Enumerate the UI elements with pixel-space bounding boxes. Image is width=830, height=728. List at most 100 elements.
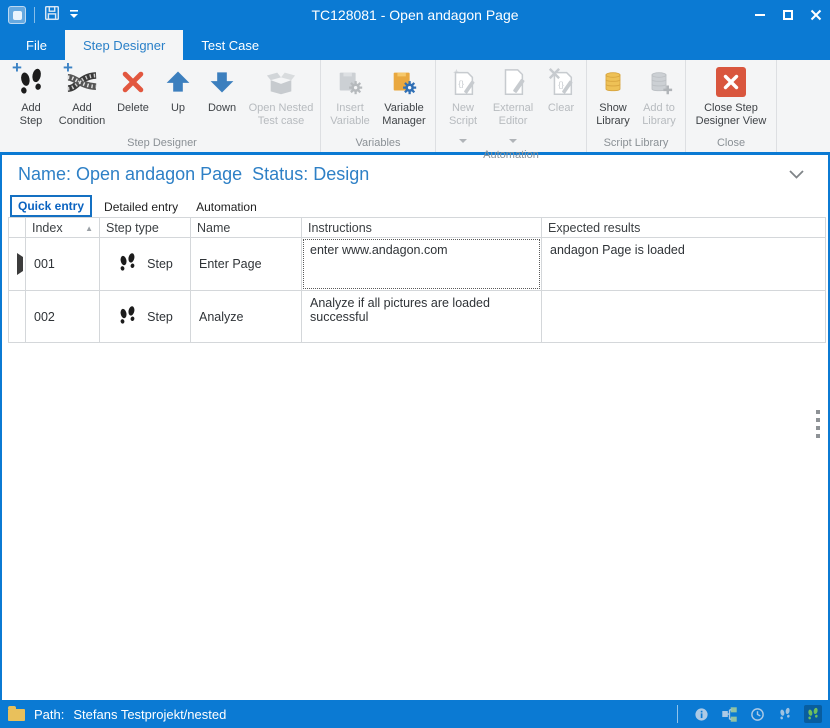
subtab-detailed-entry[interactable]: Detailed entry: [95, 197, 187, 217]
external-editor-button[interactable]: External Editor: [487, 62, 539, 148]
instructions-cell[interactable]: Analyze if all pictures are loaded succe…: [302, 291, 542, 343]
add-condition-label: Add Condition: [57, 102, 107, 128]
app-window: TC128081 - Open andagon Page File Step D…: [0, 0, 830, 728]
close-button[interactable]: [802, 0, 830, 30]
tab-step-designer[interactable]: Step Designer: [65, 30, 183, 60]
column-header-instructions[interactable]: Instructions: [302, 218, 542, 238]
clear-button[interactable]: {} Clear: [539, 62, 583, 136]
insert-variable-button[interactable]: Insert Variable: [324, 62, 376, 136]
row-indicator-cell: [9, 238, 26, 291]
down-arrow-icon: [205, 65, 239, 99]
entry-subtabs: Quick entry Detailed entry Automation: [10, 193, 828, 217]
ribbon: + Add Step +: [0, 60, 830, 155]
qat-customize-dropdown-icon[interactable]: [69, 6, 79, 24]
show-library-label: Show Library: [592, 102, 634, 128]
hierarchy-icon[interactable]: [720, 705, 738, 723]
add-step-label: Add Step: [9, 102, 53, 128]
qat-separator: [34, 7, 35, 23]
new-script-button[interactable]: {} New Script: [439, 62, 487, 148]
add-condition-button[interactable]: + Add Condition: [55, 62, 109, 136]
group-label-close: Close: [689, 136, 773, 153]
close-step-designer-view-button[interactable]: Close Step Designer View: [689, 62, 773, 136]
open-nested-test-case-icon: [264, 65, 298, 99]
open-nested-test-case-label: Open Nested Test case: [247, 102, 315, 128]
insert-variable-icon: [333, 65, 367, 99]
ribbon-group-variables: Insert Variable Variable Manager Variabl…: [321, 60, 436, 152]
column-header-step-type[interactable]: Step type: [100, 218, 191, 238]
delete-label: Delete: [117, 102, 149, 115]
new-script-dropdown-icon[interactable]: [459, 130, 467, 148]
step-type-cell[interactable]: Step: [100, 291, 191, 343]
minimize-button[interactable]: [746, 0, 774, 30]
table-row[interactable]: 002 Step Analyze: [9, 291, 826, 343]
add-to-library-icon: [642, 65, 676, 99]
save-icon[interactable]: [43, 4, 61, 27]
footsteps-icon: [117, 252, 138, 276]
info-icon[interactable]: [692, 705, 710, 723]
variable-manager-button[interactable]: Variable Manager: [376, 62, 432, 136]
instructions-cell[interactable]: enter www.andagon.com: [302, 238, 542, 291]
ribbon-group-close: Close Step Designer View Close: [686, 60, 777, 152]
add-condition-icon: +: [65, 65, 99, 99]
down-label: Down: [208, 102, 236, 115]
step-type-label: Step: [147, 310, 173, 324]
footsteps-gray-icon[interactable]: [776, 705, 794, 723]
window-controls: [746, 0, 830, 30]
footsteps-active-icon[interactable]: [804, 705, 822, 723]
footsteps-icon: [117, 305, 138, 329]
name-cell[interactable]: Analyze: [191, 291, 302, 343]
group-label-step-designer: Step Designer: [7, 136, 317, 153]
name-cell[interactable]: Enter Page: [191, 238, 302, 291]
step-type-cell[interactable]: Step: [100, 238, 191, 291]
history-icon[interactable]: [748, 705, 766, 723]
expected-results-cell[interactable]: andagon Page is loaded: [542, 238, 826, 291]
collapse-chevron-icon[interactable]: [789, 166, 804, 184]
status-bar-tools: [677, 705, 822, 723]
close-step-designer-view-label: Close Step Designer View: [691, 102, 771, 128]
show-library-button[interactable]: Show Library: [590, 62, 636, 136]
sort-ascending-icon: ▲: [85, 224, 93, 233]
expected-results-cell[interactable]: [542, 291, 826, 343]
step-designer-panel: Name: Open andagon Page Status: Design Q…: [2, 158, 828, 700]
external-editor-icon: [496, 65, 530, 99]
path-label: Path:: [34, 707, 64, 722]
new-script-icon: {}: [446, 65, 480, 99]
maximize-button[interactable]: [774, 0, 802, 30]
subtab-automation[interactable]: Automation: [187, 197, 266, 217]
clear-icon: {}: [544, 65, 578, 99]
status-separator: [677, 705, 678, 723]
app-icon[interactable]: [8, 6, 26, 24]
index-cell[interactable]: 001: [26, 238, 100, 291]
current-row-arrow-icon: [17, 253, 23, 275]
table-row[interactable]: 001 Step Enter P: [9, 238, 826, 291]
tab-file[interactable]: File: [8, 30, 65, 60]
status-bar: Path: Stefans Testprojekt/nested: [0, 700, 830, 728]
up-button[interactable]: Up: [157, 62, 199, 136]
close-step-designer-view-icon: [714, 65, 748, 99]
window-title: TC128081 - Open andagon Page: [0, 7, 830, 23]
add-step-button[interactable]: + Add Step: [7, 62, 55, 136]
group-label-script-library: Script Library: [590, 136, 682, 153]
open-nested-test-case-button[interactable]: Open Nested Test case: [245, 62, 317, 136]
external-editor-dropdown-icon[interactable]: [509, 130, 517, 148]
tab-test-case[interactable]: Test Case: [183, 30, 277, 60]
delete-button[interactable]: Delete: [109, 62, 157, 136]
add-to-library-button[interactable]: Add to Library: [636, 62, 682, 136]
splitter-grip-handle[interactable]: [816, 410, 820, 438]
steps-table: Index ▲ Step type Name Instructions Expe…: [8, 217, 826, 343]
column-header-index[interactable]: Index ▲: [26, 218, 100, 238]
column-header-name[interactable]: Name: [191, 218, 302, 238]
subtab-quick-entry[interactable]: Quick entry: [10, 195, 92, 217]
column-header-expected-results[interactable]: Expected results: [542, 218, 826, 238]
quick-access-toolbar: [0, 0, 79, 30]
svg-text:{}: {}: [458, 79, 464, 89]
down-button[interactable]: Down: [199, 62, 245, 136]
variable-manager-label: Variable Manager: [378, 102, 430, 128]
panel-header: Name: Open andagon Page Status: Design: [2, 158, 828, 187]
up-label: Up: [171, 102, 185, 115]
external-editor-label: External Editor: [489, 102, 537, 128]
row-indicator-cell: [9, 291, 26, 343]
delete-icon: [116, 65, 150, 99]
index-cell[interactable]: 002: [26, 291, 100, 343]
add-to-library-label: Add to Library: [638, 102, 680, 128]
